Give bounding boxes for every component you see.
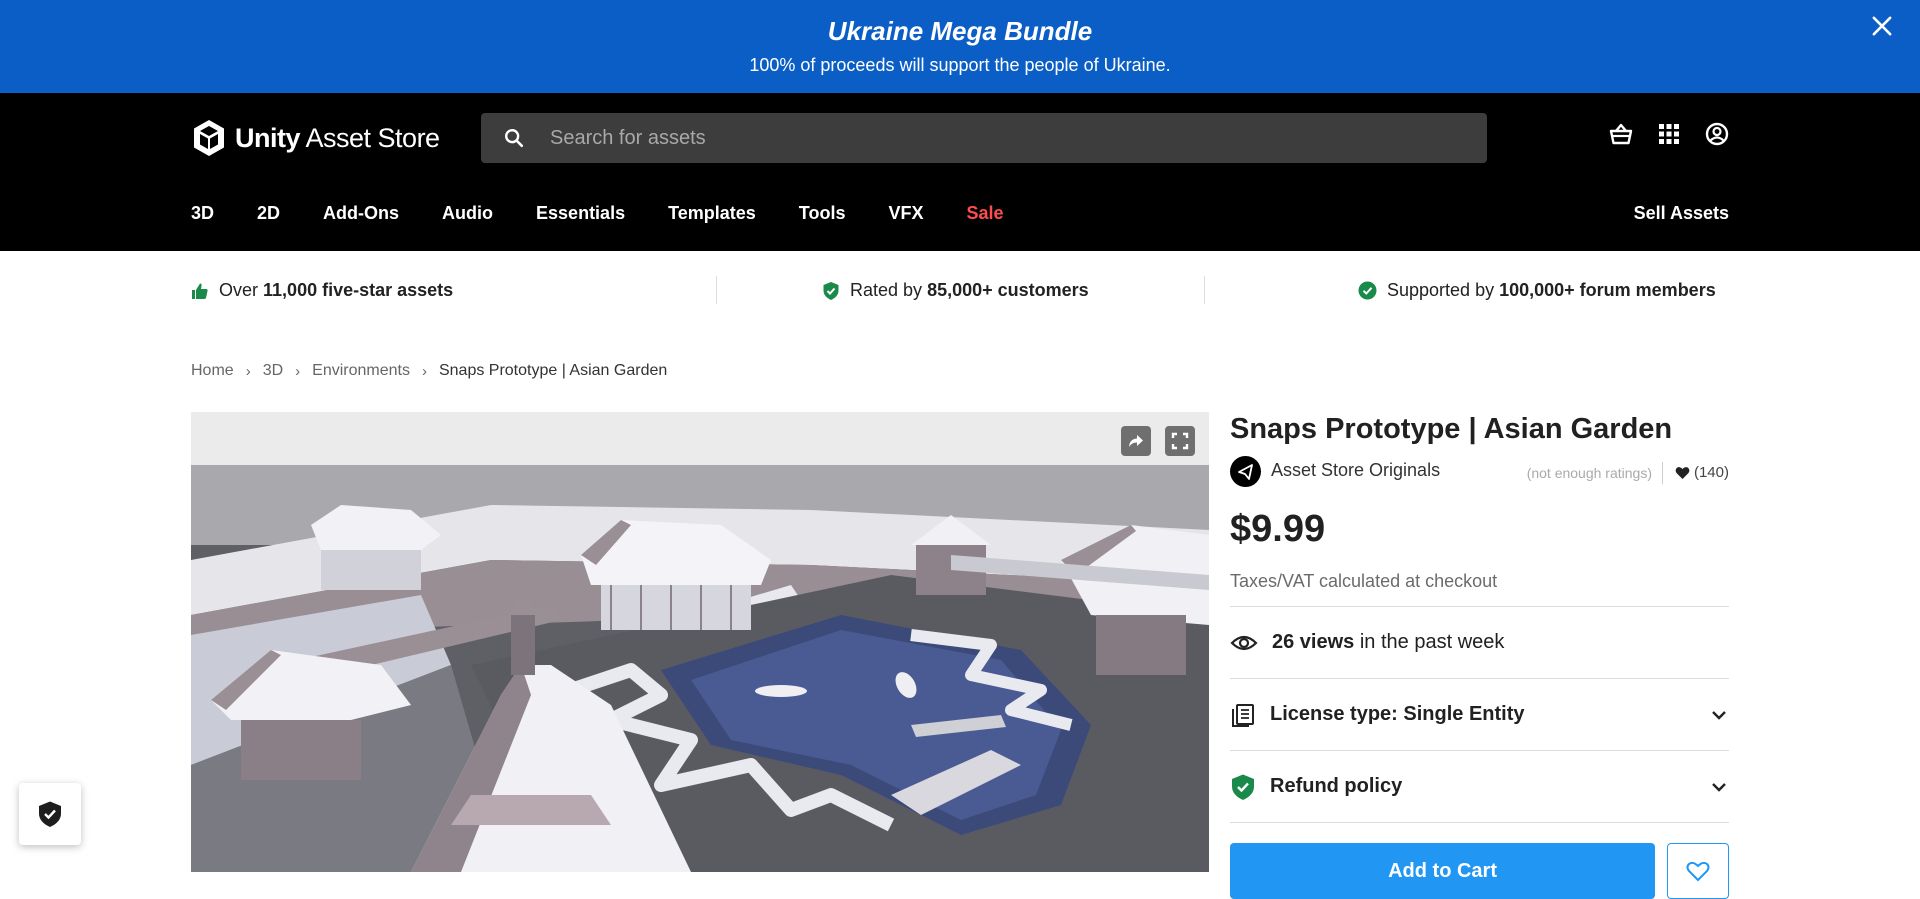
account-icon[interactable]	[1704, 121, 1730, 147]
nav-item-addons[interactable]: Add-Ons	[323, 203, 399, 224]
publisher-avatar[interactable]	[1230, 456, 1261, 487]
heart-outline-icon	[1686, 861, 1710, 882]
trust-item-forum: Supported by 100,000+ forum members	[1358, 280, 1716, 301]
tax-note: Taxes/VAT calculated at checkout	[1230, 571, 1498, 591]
product-preview-image[interactable]	[191, 465, 1209, 872]
search-icon	[505, 129, 524, 148]
breadcrumb-home[interactable]: Home	[191, 362, 234, 380]
ratings-note: (not enough ratings)	[1526, 465, 1652, 481]
promo-title: Ukraine Mega Bundle	[827, 16, 1093, 46]
trust-item-five-star: Over 11,000 five-star assets	[191, 280, 453, 301]
breadcrumb-environments[interactable]: Environments	[312, 362, 410, 380]
nav-item-vfx[interactable]: VFX	[888, 203, 923, 224]
nav-item-audio[interactable]: Audio	[442, 203, 493, 224]
publisher-row: Asset Store Originals (not enough rating…	[1230, 456, 1729, 488]
views-row: 26 views in the past week	[1230, 606, 1729, 678]
share-button[interactable]	[1121, 426, 1151, 456]
unity-cube-icon	[194, 120, 224, 156]
product-panel: Snaps Prototype | Asian Garden Asset Sto…	[1230, 412, 1729, 899]
heart-icon	[1675, 466, 1690, 479]
nav-item-3d[interactable]: 3D	[191, 203, 214, 224]
license-document-icon	[1232, 703, 1254, 727]
category-nav: 3D 2D Add-Ons Audio Essentials Templates…	[191, 203, 1047, 224]
chevron-right-icon: ›	[421, 362, 427, 380]
divider	[1204, 276, 1205, 304]
refund-label: Refund policy	[1270, 775, 1403, 797]
asian-garden-scene	[191, 465, 1209, 872]
breadcrumb-3d[interactable]: 3D	[263, 362, 283, 380]
license-label: License type: Single Entity	[1270, 703, 1525, 725]
media-viewer	[191, 412, 1209, 872]
publisher-logo-icon	[1238, 464, 1253, 480]
shield-check-icon	[823, 281, 839, 300]
nav-item-2d[interactable]: 2D	[257, 203, 280, 224]
divider	[1662, 462, 1663, 484]
trust-item-customers: Rated by 85,000+ customers	[822, 280, 1089, 301]
breadcrumb: Home › 3D › Environments › Snaps Prototy…	[191, 362, 667, 380]
chevron-right-icon: ›	[295, 362, 301, 380]
trust-strip: Over 11,000 five-star assets Rated by 85…	[191, 276, 1729, 306]
eye-icon	[1230, 635, 1258, 650]
check-circle-icon	[1358, 281, 1377, 300]
search-input[interactable]	[550, 126, 1450, 150]
trust-text-3: Supported by 100,000+ forum members	[1387, 280, 1716, 300]
thumbs-up-icon	[192, 283, 208, 299]
close-icon[interactable]	[1868, 12, 1896, 40]
sell-assets-link[interactable]: Sell Assets	[1634, 203, 1729, 224]
breadcrumb-current: Snaps Prototype | Asian Garden	[438, 362, 668, 379]
trust-text-2: Rated by 85,000+ customers	[850, 280, 1089, 300]
logo-text: Unity Asset Store	[235, 122, 440, 153]
views-text: 26 views in the past week	[1272, 631, 1505, 653]
chevron-right-icon: ›	[245, 362, 251, 380]
site-header: Unity Asset Store 3D 2D Add-Ons Audio Es…	[0, 93, 1920, 251]
publisher-name[interactable]: Asset Store Originals	[1271, 460, 1440, 481]
unity-logo[interactable]: Unity Asset Store	[191, 118, 440, 158]
promo-subtitle: 100% of proceeds will support the people…	[749, 55, 1171, 75]
wishlist-button[interactable]	[1667, 843, 1729, 899]
share-icon	[1129, 435, 1143, 447]
chevron-down-icon	[1712, 710, 1726, 720]
add-to-cart-button[interactable]: Add to Cart	[1230, 843, 1656, 899]
trust-text-1: Over 11,000 five-star assets	[219, 280, 454, 300]
refund-accordion[interactable]: Refund policy	[1230, 750, 1729, 822]
apps-grid-icon[interactable]	[1656, 121, 1682, 147]
nav-item-essentials[interactable]: Essentials	[536, 203, 625, 224]
shield-check-icon	[1232, 774, 1254, 800]
favorites-count[interactable]: (140)	[1675, 464, 1729, 481]
cta-row: Add to Cart	[1230, 822, 1729, 899]
search-bar[interactable]	[481, 113, 1487, 163]
nav-item-sale[interactable]: Sale	[966, 203, 1003, 224]
promo-banner: Ukraine Mega Bundle 100% of proceeds wil…	[0, 0, 1920, 93]
nav-item-tools[interactable]: Tools	[799, 203, 846, 224]
privacy-shield-icon	[39, 801, 61, 827]
fullscreen-icon	[1171, 432, 1189, 450]
product-title: Snaps Prototype | Asian Garden	[1230, 413, 1673, 445]
product-price: $9.99	[1230, 508, 1326, 550]
divider	[716, 276, 717, 304]
license-accordion[interactable]: License type: Single Entity	[1230, 678, 1729, 750]
cart-icon[interactable]	[1608, 121, 1634, 147]
nav-item-templates[interactable]: Templates	[668, 203, 756, 224]
fullscreen-button[interactable]	[1165, 426, 1195, 456]
privacy-settings-button[interactable]	[19, 783, 81, 845]
chevron-down-icon	[1712, 782, 1726, 792]
